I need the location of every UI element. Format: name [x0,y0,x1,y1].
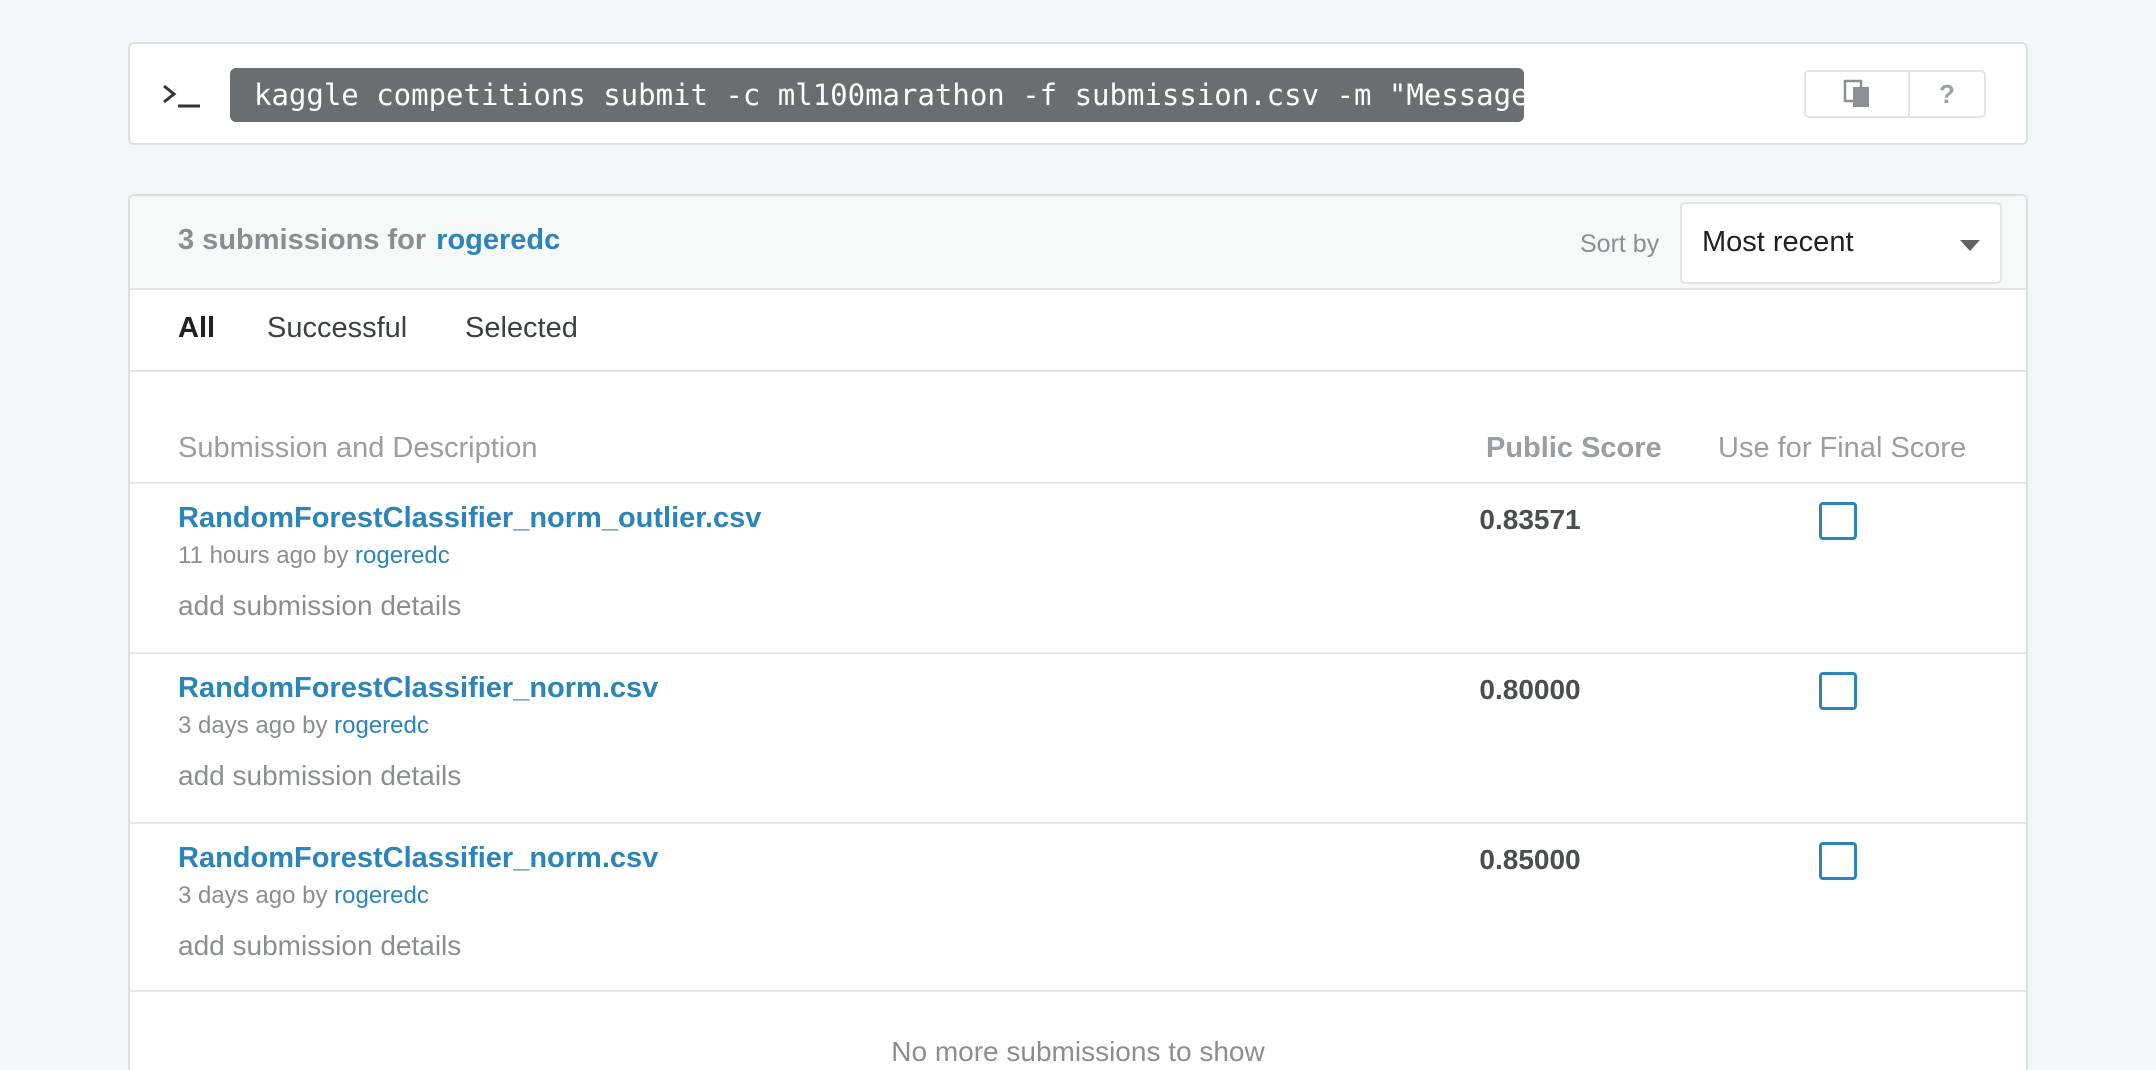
table-row: RandomForestClassifier_norm.csv 3 days a… [130,822,2026,992]
final-score-checkbox[interactable] [1819,672,1857,710]
submissions-panel: 3 submissions for rogeredc Sort by Most r… [128,194,2028,1070]
add-details-link[interactable]: add submission details [178,590,461,622]
submission-file-link[interactable]: RandomForestClassifier_norm_outlier.csv [178,502,761,535]
submission-user-link[interactable]: rogeredc [334,712,429,739]
submission-user-link[interactable]: rogeredc [355,542,450,569]
sort-dropdown[interactable]: Most recent [1680,202,2002,284]
copy-button[interactable] [1806,72,1910,116]
submission-file-link[interactable]: RandomForestClassifier_norm.csv [178,842,658,875]
api-button-group: ? [1804,70,1986,118]
copy-icon [1843,79,1869,107]
add-details-link[interactable]: add submission details [178,930,461,962]
final-score-checkbox[interactable] [1819,502,1857,540]
terminal-icon [163,84,200,108]
sort-value: Most recent [1702,226,1854,258]
submission-user-link[interactable]: rogeredc [334,882,429,909]
table-row: RandomForestClassifier_norm.csv 3 days a… [130,652,2026,822]
submission-meta: 3 days ago by rogeredc [178,882,429,910]
page: kaggle competitions submit -c ml100marat… [0,0,2156,1070]
add-details-link[interactable]: add submission details [178,760,461,792]
public-score: 0.83571 [1479,504,1581,535]
column-header-final-score: Use for Final Score [1718,432,1967,464]
public-score: 0.85000 [1479,844,1581,875]
submission-meta: 11 hours ago by rogeredc [178,542,450,570]
submission-by: by [302,712,328,739]
table-row: RandomForestClassifier_norm_outlier.csv … [130,482,2026,652]
submission-meta: 3 days ago by rogeredc [178,712,429,740]
tab-selected[interactable]: Selected [465,312,578,345]
chevron-down-icon [1960,240,1980,251]
submission-by: by [323,542,349,569]
submissions-header: 3 submissions for rogeredc Sort by Most r… [130,196,2026,290]
column-header-public-score[interactable]: Public Score [1486,432,1662,465]
submission-count: 3 submissions for rogeredc [178,224,560,257]
submission-time: 3 days ago [178,882,296,909]
sort-label: Sort by [1580,230,1660,258]
tab-successful[interactable]: Successful [267,312,407,345]
submission-count-label: 3 submissions for [178,224,427,256]
final-score-checkbox[interactable] [1819,842,1857,880]
submission-file-link[interactable]: RandomForestClassifier_norm.csv [178,672,658,705]
column-header-description: Submission and Description [178,432,538,464]
help-button[interactable]: ? [1910,72,1984,116]
no-more-submissions: No more submissions to show [891,1036,1265,1067]
submission-time: 3 days ago [178,712,296,739]
api-command-text[interactable]: kaggle competitions submit -c ml100marat… [230,68,1546,122]
tab-all[interactable]: All [178,312,215,345]
submission-tabs: All Successful Selected [130,290,2026,372]
api-command-bar: kaggle competitions submit -c ml100marat… [128,42,2028,145]
submissions-list: RandomForestClassifier_norm_outlier.csv … [130,482,2026,992]
submission-time: 11 hours ago [178,542,317,569]
submission-by: by [302,882,328,909]
public-score: 0.80000 [1479,674,1581,705]
user-link[interactable]: rogeredc [436,224,560,256]
